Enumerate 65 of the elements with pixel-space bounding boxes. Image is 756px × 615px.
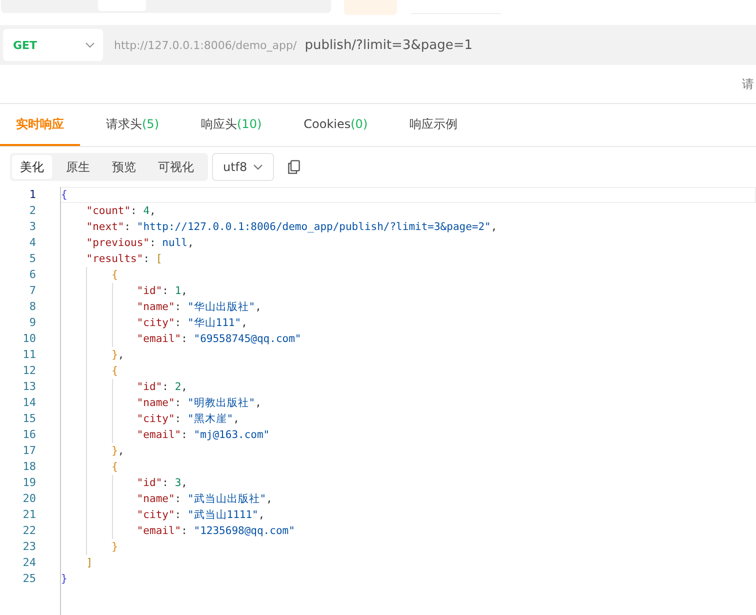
encoding-select[interactable]: utf8 [212, 153, 274, 181]
chevron-down-icon [253, 164, 264, 170]
line-number: 14 [22, 395, 37, 411]
code-line: "count": 4, [85, 204, 156, 219]
code-line: ] [85, 556, 93, 571]
code-line: "city": "华山111", [136, 316, 248, 331]
tab[interactable]: 响应示例 [394, 104, 474, 146]
base-url: http://127.0.0.1:8006/demo_app/ [114, 38, 297, 52]
line-number: 12 [22, 363, 37, 379]
code-line: }, [110, 348, 124, 363]
line-number: 6 [28, 267, 37, 283]
code-line: "next": "http://127.0.0.1:8006/demo_app/publish/?limit=3&page=2", [85, 220, 498, 235]
tab[interactable]: 响应头(10) [185, 104, 278, 146]
line-number: 7 [28, 283, 37, 299]
line-number: 1 [28, 187, 37, 203]
code-line: } [110, 540, 118, 555]
code-line: "id": 1, [136, 284, 188, 299]
code-line: "previous": null, [85, 236, 194, 251]
line-number: 9 [28, 315, 37, 331]
url-field[interactable]: publish/?limit=3&page=1 [304, 38, 605, 52]
line-number: 21 [22, 507, 37, 523]
line-number: 10 [22, 331, 37, 347]
line-number: 19 [22, 475, 37, 491]
line-number: 13 [22, 379, 37, 395]
view-mode-button[interactable]: 预览 [104, 155, 144, 179]
line-number: 2 [28, 203, 37, 219]
line-number: 17 [22, 443, 37, 459]
line-number: 4 [28, 235, 37, 251]
code-line: "name": "明教出版社", [136, 396, 262, 411]
line-number: 5 [28, 251, 37, 267]
code-line: "email": "mj@163.com" [136, 428, 270, 443]
code-line: "city": "武当山1111", [136, 508, 265, 523]
line-number: 22 [22, 523, 37, 539]
line-number: 25 [22, 571, 37, 587]
code-line: "email": "69558745@qq.com" [136, 332, 302, 347]
code-line: { [110, 460, 118, 475]
line-number: 3 [28, 219, 37, 235]
hint-text: 请 [742, 76, 754, 92]
code-line: "name": "华山出版社", [136, 300, 262, 315]
code-line: "results": [ [85, 252, 162, 267]
code-line: "id": 3, [136, 476, 188, 491]
line-number: 20 [22, 491, 37, 507]
code-line: "id": 2, [136, 380, 188, 395]
line-number: 11 [22, 347, 37, 363]
code-line: { [61, 188, 68, 202]
code-line: { [110, 268, 118, 283]
code-line: "city": "黑木崖", [136, 412, 240, 427]
code-line: }, [110, 444, 124, 459]
tab[interactable]: Cookies(0) [288, 104, 384, 146]
code-line: "email": "1235698@qq.com" [136, 524, 295, 539]
code-line: } [61, 572, 68, 587]
chevron-down-icon [85, 42, 95, 48]
tab[interactable]: 请求头(5) [90, 104, 175, 146]
line-number: 24 [22, 555, 37, 571]
line-number: 16 [22, 427, 37, 443]
line-number: 15 [22, 411, 37, 427]
code-line: "name": "武当山出版社", [136, 492, 272, 507]
view-mode-button[interactable]: 原生 [58, 155, 98, 179]
line-number: 18 [22, 459, 37, 475]
view-mode-button[interactable]: 美化 [12, 155, 52, 179]
code-line: { [110, 364, 118, 379]
line-number: 8 [28, 299, 37, 315]
view-mode-button[interactable]: 可视化 [150, 155, 202, 179]
line-number: 23 [22, 539, 37, 555]
copy-icon [288, 160, 300, 174]
